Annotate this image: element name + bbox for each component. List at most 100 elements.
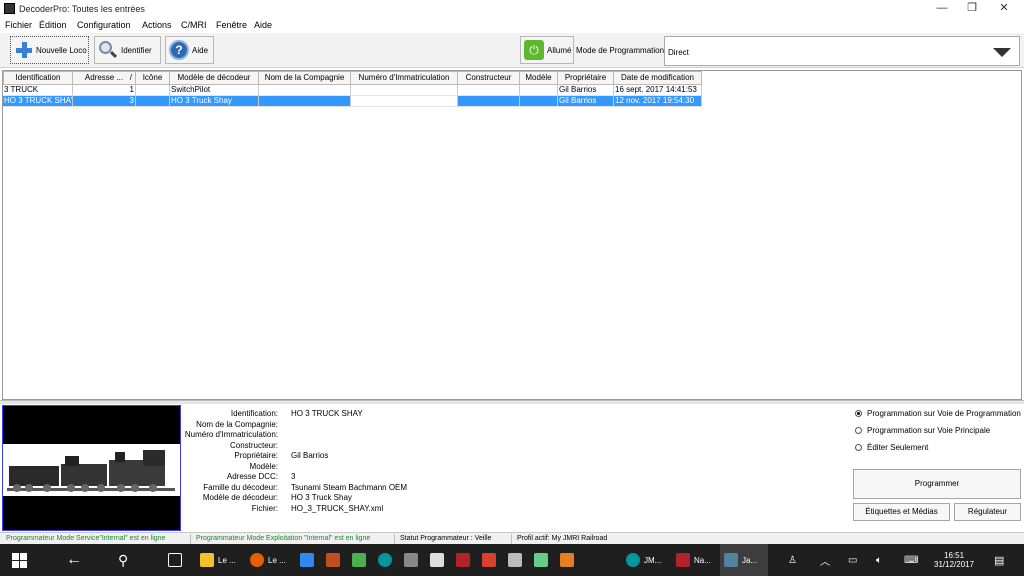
column-header[interactable]: Modèle [520,71,558,85]
taskbar-app-java-active[interactable]: Ja... [720,544,768,576]
app-icon[interactable] [430,553,444,567]
menu-cmri[interactable]: C/MRI [181,20,207,30]
radio-edit-only[interactable]: Éditer Seulement [855,443,928,452]
table-cell [136,85,170,96]
volume-icon[interactable]: 🔈︎ [876,544,882,576]
notification-icon[interactable]: ▤ [994,544,1004,576]
maximize-button[interactable]: ❐ [956,0,988,17]
keyboard-icon[interactable]: ⌨ [904,544,918,576]
labels-media-button[interactable]: Étiquettes et Médias [853,503,950,521]
table-cell: SwitchPilot [170,85,259,96]
app-icon[interactable] [482,553,496,567]
app-icon[interactable] [352,553,366,567]
app-icon[interactable] [404,553,418,567]
detail-label: Identification: [230,409,278,418]
table-cell [458,85,520,96]
taskbar-app-firefox[interactable]: Le ... [250,544,286,576]
help-button[interactable]: ? Aide [165,36,214,64]
menu-aide[interactable]: Aide [254,20,272,30]
app-icon[interactable] [534,553,548,567]
menu-fenetre[interactable]: Fenêtre [216,20,247,30]
column-header[interactable]: Icône [136,71,170,85]
radio-button[interactable] [855,427,862,434]
detail-value: HO 3 TRUCK SHAY [291,409,363,418]
power-button[interactable]: ⏻ Allumé [520,36,574,64]
clock[interactable]: 16:51 31/12/2017 [934,544,974,576]
radio-button[interactable] [855,410,862,417]
detail-label: Nom de la Compagnie: [196,420,278,429]
app-icon[interactable] [300,553,314,567]
sort-indicator-icon: / [129,73,132,82]
app-icon[interactable] [326,553,340,567]
task-view-icon[interactable] [168,544,186,576]
menu-actions[interactable]: Actions [142,20,172,30]
detail-label: Constructeur: [229,441,278,450]
table-header: Identification Adresse ... / Icône Modèle… [3,71,702,85]
table-cell: 12 nov. 2017 19:54:30 [614,96,702,107]
detail-label: Modèle: [249,462,278,471]
column-header[interactable]: Identification [3,71,73,85]
programming-mode-value: Direct [668,48,689,57]
windows-start-icon[interactable] [12,553,27,568]
radio-label: Éditer Seulement [867,443,929,452]
column-header[interactable]: Constructeur [458,71,520,85]
radio-programming-track[interactable]: Programmation sur Voie de Programmation [855,409,1021,418]
column-header[interactable]: Adresse ... / [73,71,136,85]
table-row[interactable]: 3 TRUCK 1 SwitchPilot Gil Barrios 16 sep… [3,85,702,96]
table-cell [351,96,458,107]
taskbar-app-jmri[interactable]: JM... [626,544,661,576]
firefox-icon [250,553,264,567]
column-header[interactable]: Nom de la Compagnie [259,71,351,85]
clock-time: 16:51 [944,551,965,560]
column-header[interactable]: Modèle de décodeur [170,71,259,85]
panel-splitter[interactable] [0,400,1024,404]
status-programmer: Statut Programmateur : Veille [400,535,492,542]
app-icon[interactable] [508,553,522,567]
taskbar-app-na[interactable]: Na... [676,544,711,576]
clock-date: 31/12/2017 [934,560,975,569]
close-button[interactable]: ✕ [988,0,1020,17]
new-loco-label: Nouvelle Loco [36,45,87,55]
column-header[interactable]: Propriétaire [558,71,614,85]
help-label: Aide [192,45,209,55]
menu-edition[interactable]: Édition [39,20,67,30]
menu-configuration[interactable]: Configuration [77,20,131,30]
title-bar: DecoderPro: Toutes les entrées — ❐ ✕ [0,0,1024,18]
new-loco-button[interactable]: Nouvelle Loco [10,36,89,64]
chevron-down-icon[interactable] [993,48,1011,57]
table-row-selected[interactable]: HO 3 TRUCK SHAY 3 HO 3 Truck Shay Gil Ba… [3,96,702,107]
table-cell: Gil Barrios [558,96,614,107]
identify-button[interactable]: Identifier [94,36,161,64]
menu-fichier[interactable]: Fichier [5,20,32,30]
people-icon[interactable]: ♙ [788,544,797,576]
column-header[interactable]: Numéro d'Immatriculation [351,71,458,85]
table-cell: HO 3 TRUCK SHAY [3,96,73,107]
status-profile: Profil actif: My JMRI Railroad [517,535,608,542]
programming-mode-select[interactable]: Direct [664,36,1020,66]
arduino-icon[interactable] [378,553,392,567]
search-icon[interactable]: ⚲ [118,544,128,576]
folder-icon [200,553,214,567]
battery-icon[interactable]: ▭ [848,544,857,576]
detail-label: Numéro d'Immatriculation: [184,430,278,439]
column-header[interactable]: Date de modification [614,71,702,85]
radio-main-track[interactable]: Programmation sur Voie Principale [855,426,990,435]
app-icon[interactable] [456,553,470,567]
java-icon [724,553,738,567]
back-arrow-icon[interactable]: ← [66,544,82,576]
table-cell [259,85,351,96]
detail-value: Gil Barrios [291,451,329,460]
program-button[interactable]: Programmer [853,469,1021,499]
app-icon[interactable] [560,553,574,567]
detail-label: Adresse DCC: [226,472,278,481]
radio-button[interactable] [855,444,862,451]
chevron-up-icon[interactable]: ︿ [820,544,830,576]
minimize-button[interactable]: — [926,0,958,17]
table-cell [520,96,558,107]
taskbar-app-explorer[interactable]: Le ... [200,544,236,576]
table-cell [259,96,351,107]
throttle-button[interactable]: Régulateur [954,503,1021,521]
table-cell [136,96,170,107]
magnifier-icon [98,40,118,60]
power-icon: ⏻ [524,40,544,60]
